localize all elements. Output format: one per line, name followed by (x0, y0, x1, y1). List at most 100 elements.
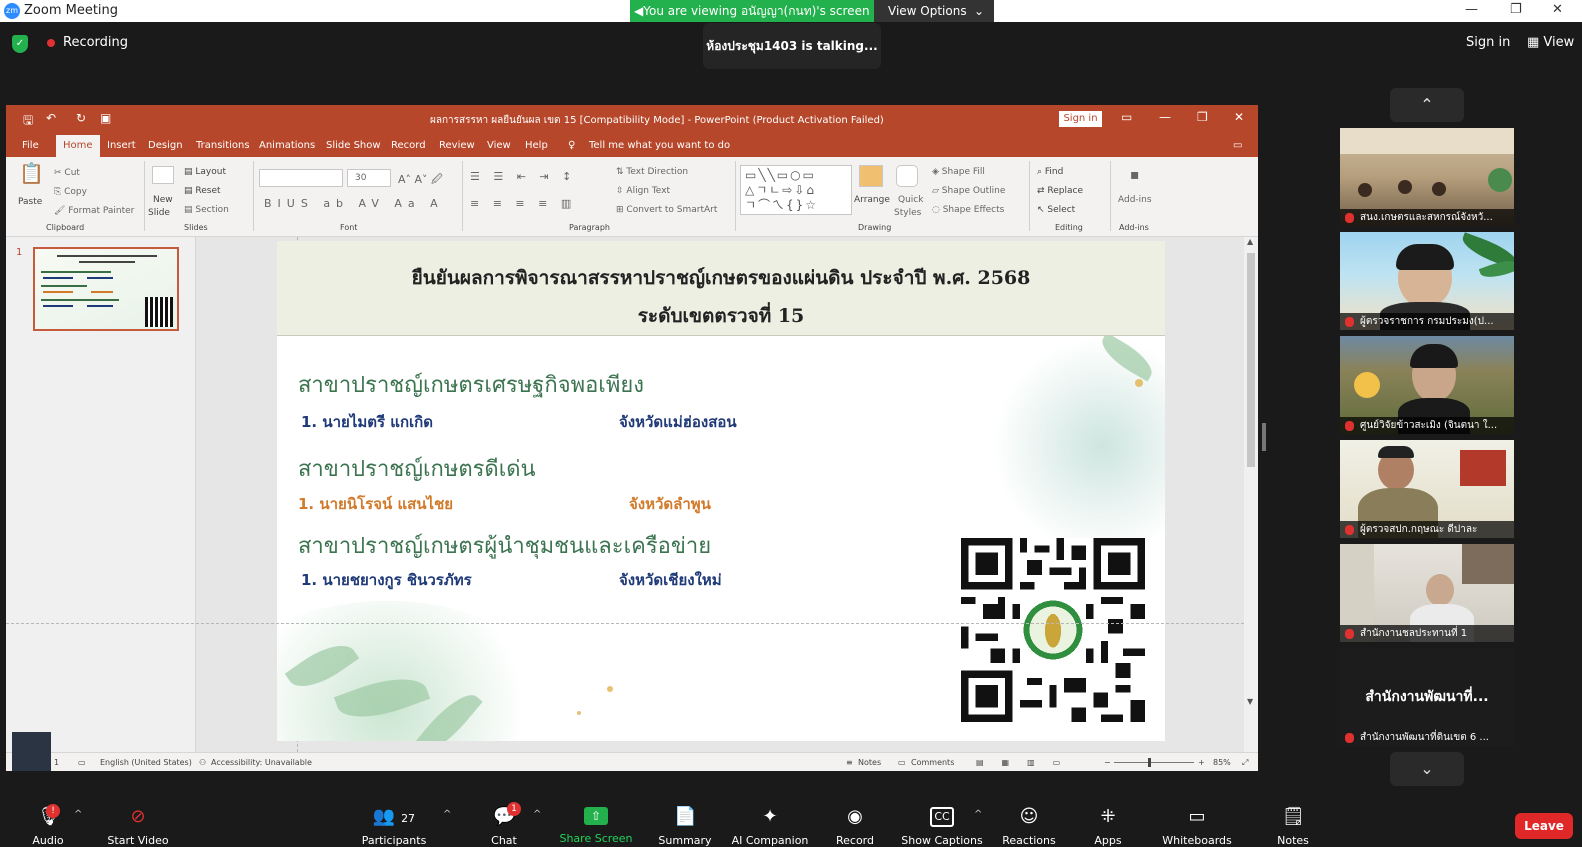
category-heading-2: สาขาปราชญ์เกษตรดีเด่น (298, 457, 536, 482)
recording-label[interactable]: Recording (63, 35, 128, 50)
category-heading-1: สาขาปราชญ์เกษตรเศรษฐกิจพอเพียง (298, 373, 644, 398)
shapes-gallery: ▭╲╲▭○▭ △ㄱㄴ⇨⇩⌂ ㄱ⌒ㄟ{}☆ (740, 165, 852, 215)
minimize-button[interactable]: — (1465, 2, 1478, 17)
maximize-button[interactable]: ❐ (1510, 2, 1522, 17)
close-button[interactable]: ✕ (1552, 2, 1563, 17)
participant-tile-1[interactable]: สนง.เกษตรและสหกรณ์จังหวั... (1340, 128, 1514, 226)
summary-button[interactable]: 📄 Summary (637, 795, 733, 847)
person-name-1: 1. นายไมตรี แกเกิด (301, 413, 433, 431)
active-speaker-indicator: ห้องประชุม1403 is talking... (703, 23, 881, 69)
group-divider (735, 161, 736, 231)
ribbon-home: 📋 Paste ✂ Cut ⎘ Copy 🖌 Format Painter Cl… (6, 157, 1258, 237)
view-label: View (1543, 35, 1575, 50)
paste-icon: 📋 (19, 161, 44, 185)
audio-label: Audio (32, 834, 64, 847)
start-video-label: Start Video (107, 834, 169, 847)
gallery-up-button[interactable]: ⌃ (1390, 88, 1464, 122)
view-button[interactable]: ▦ View (1527, 35, 1574, 50)
participants-icon: 👥 27 (372, 806, 416, 827)
ai-companion-button[interactable]: ✦ AI Companion (722, 795, 818, 847)
sparkle-icon: ✦ (762, 806, 778, 827)
pp-close-icon: ✕ (1234, 110, 1245, 124)
notes-button[interactable]: 🗒 Notes (1245, 795, 1341, 847)
record-icon: ◉ (847, 806, 863, 827)
person-name-3: 1. นายชยางกูร ชินวรภัทร (301, 571, 472, 589)
chat-options-caret[interactable]: ^ (533, 809, 541, 820)
participant-label: ผู้ตรวจสปก.กฤษณะ ดีปาละ (1340, 521, 1514, 538)
participants-count: 27 (401, 812, 416, 825)
apps-button[interactable]: ⁜ Apps (1060, 795, 1156, 847)
leave-button[interactable]: Leave (1515, 813, 1573, 839)
participant-tile-2[interactable]: ผู้ตรวจราชการ กรมประมง(ป... (1340, 232, 1514, 330)
group-divider (1110, 161, 1111, 231)
participant-tile-6[interactable]: สำนักงานพัฒนาที่... สำนักงานพัฒนาที่ดินเ… (1340, 648, 1514, 746)
audio-button[interactable]: 🎙 ! Audio (0, 795, 96, 847)
pp-minimize-icon: — (1159, 110, 1171, 124)
tab-file: File (22, 140, 39, 151)
document-title: ผลการสรรหา ผลยืนยันผล เขต 15 [Compatibil… (430, 115, 884, 126)
group-drawing-label: Drawing (858, 223, 892, 232)
present-icon: ▣ (100, 111, 112, 125)
chat-button[interactable]: 💬 1 Chat (456, 795, 552, 847)
apps-icon: ⁜ (1100, 806, 1116, 827)
find-button: ⌕ Find (1037, 167, 1064, 177)
arrange-icon (859, 165, 883, 187)
section-button: ▤ Section (184, 205, 229, 215)
ai-companion-label: AI Companion (731, 834, 809, 847)
copy-button: ⎘ Copy (54, 187, 87, 197)
gallery-down-button[interactable]: ⌄ (1390, 752, 1464, 786)
whiteboards-label: Whiteboards (1162, 834, 1232, 847)
viewing-screen-banner: ◀You are viewing อนัญญา(กนท)'s screen (630, 0, 874, 22)
muted-mic-icon (1345, 733, 1354, 743)
person-name-2: 1. นายนิโรจน์ แสนไชย (298, 495, 454, 513)
participant-tile-5[interactable]: สำนักงานชลประทานที่ 1 (1340, 544, 1514, 642)
new-slide-label-1: New (153, 195, 173, 205)
security-shield-icon[interactable]: ✓ (12, 35, 28, 53)
tell-me-search: Tell me what you want to do (589, 140, 731, 151)
thumbnail-number: 1 (16, 247, 23, 258)
format-painter-button: 🖌 Format Painter (54, 206, 135, 216)
start-video-button[interactable]: ⊘ Start Video (90, 795, 186, 847)
align-icons: ≡ ≡ ≡ ≡ ▥ (470, 197, 577, 210)
gold-dot-decoration (607, 686, 613, 692)
whiteboard-icon: ▭ (1188, 806, 1206, 827)
shape-effects-button: ◌ Shape Effects (932, 205, 1005, 215)
participant-tile-4[interactable]: ผู้ตรวจสปก.กฤษณะ ดีปาละ (1340, 440, 1514, 538)
editing-area: 1 ยืนยันผลการพิจารณาสรรหาปราชญ์เกษตรของแ… (6, 237, 1258, 752)
person-province-2: จังหวัดลำพูน (629, 495, 711, 513)
ribbon-display-icon: ▭ (1121, 110, 1133, 124)
muted-mic-icon (1345, 317, 1354, 327)
text-direction-button: ⇅ Text Direction (616, 167, 689, 177)
participant-label: สำนักงานชลประทานที่ 1 (1340, 625, 1514, 642)
participant-label: ผู้ตรวจราชการ กรมประมง(ป... (1340, 313, 1514, 330)
panel-resize-handle[interactable] (1262, 423, 1266, 451)
whiteboards-button[interactable]: ▭ Whiteboards (1149, 795, 1245, 847)
audio-options-caret[interactable]: ^ (74, 809, 82, 820)
person-province-3: จังหวัดเชียงใหม่ (619, 571, 722, 589)
quick-styles-label-2: Styles (894, 208, 922, 218)
group-paragraph-label: Paragraph (569, 223, 610, 232)
group-editing-label: Editing (1055, 223, 1083, 232)
chat-badge: 1 (507, 802, 521, 816)
record-button[interactable]: ◉ Record (807, 795, 903, 847)
shape-outline-button: ▱ Shape Outline (932, 186, 1006, 196)
replace-button: ⇄ Replace (1037, 186, 1084, 196)
zoom-slider-thumb (1148, 758, 1151, 767)
powerpoint-title-bar: 🖫 ↶ ↻ ▣ ผลการสรรหา ผลยืนยันผล เขต 15 [Co… (6, 105, 1258, 132)
slide-thumbnail (33, 247, 179, 331)
show-captions-button[interactable]: CC Show Captions (894, 795, 990, 847)
view-options-button[interactable]: View Options ⌄ (874, 0, 994, 22)
participant-tile-3[interactable]: ศูนย์วิจัยข้าวสะเมิง (จินตนา ใ... (1340, 336, 1514, 434)
slide-thumbnail-pane: 1 (6, 237, 196, 752)
participants-options-caret[interactable]: ^ (443, 809, 451, 820)
tab-animations: Animations (259, 140, 316, 151)
participants-button[interactable]: 👥 27 Participants (346, 795, 442, 847)
chevron-down-icon: ⌄ (1420, 759, 1434, 778)
gold-dot-decoration (577, 711, 581, 715)
thumbnail-qr (145, 297, 173, 327)
sign-in-link[interactable]: Sign in (1466, 35, 1510, 50)
group-font-label: Font (340, 223, 358, 232)
share-screen-button[interactable]: ⇧ Share Screen (548, 795, 644, 847)
group-addins-label: Add-ins (1119, 223, 1149, 232)
smiley-icon: ☺ (1019, 806, 1039, 827)
